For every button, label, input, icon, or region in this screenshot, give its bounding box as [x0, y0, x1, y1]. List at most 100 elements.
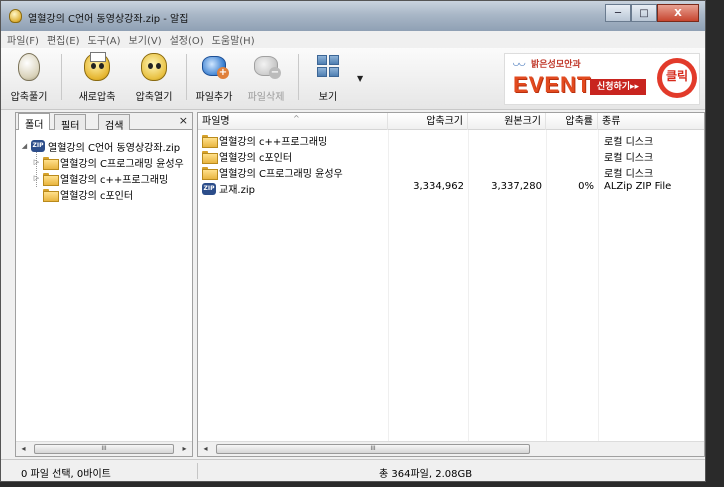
- new-archive-label: 새로압축: [78, 92, 116, 103]
- open-archive-label: 압축열기: [135, 92, 173, 103]
- file-name-cell: 열혈강의 c포인터: [202, 149, 292, 164]
- menu-settings[interactable]: 설정(O): [170, 32, 204, 47]
- zip-archive-icon: ZIP: [31, 140, 45, 152]
- window-title: 열혈강의 C언어 동영상강좌.zip - 알집: [28, 14, 189, 25]
- delete-file-button[interactable]: − 파일삭제: [243, 50, 289, 106]
- folder-icon: [202, 167, 218, 180]
- sort-caret-icon: ^: [293, 114, 300, 123]
- column-name-label: 파일명: [202, 116, 230, 127]
- alzip-window: 열혈강의 C언어 동영상강좌.zip - 알집 ─ □ X 파일(F) 편집(E…: [0, 0, 706, 482]
- folder-panel: 폴더 필터 검색 × ◢ ZIP 열혈강의 C언어 동영상강좌.zip ▷ 열혈…: [15, 112, 193, 457]
- file-name: 열혈강의 c++프로그래밍: [219, 137, 328, 148]
- delete-file-label: 파일삭제: [247, 92, 285, 103]
- folder-icon: [202, 135, 218, 148]
- folder-icon: [43, 188, 59, 202]
- banner-cta-button[interactable]: 신청하기▸▸: [590, 79, 646, 95]
- tree-item-label: 열혈강의 c포인터: [60, 190, 134, 202]
- tree-horizontal-scrollbar[interactable]: ◂ III ▸: [16, 441, 192, 456]
- scroll-thumb[interactable]: III: [34, 444, 174, 454]
- collapse-arrow-icon[interactable]: ◢: [20, 142, 29, 150]
- table-row[interactable]: 열혈강의 c포인터 로컬 디스크: [198, 148, 704, 164]
- status-bar: 0 파일 선택, 0바이트 총 364파일, 2.08GB: [1, 459, 705, 481]
- menu-view[interactable]: 보기(V): [129, 32, 162, 47]
- scroll-left-arrow-icon[interactable]: ◂: [198, 442, 213, 456]
- extract-button[interactable]: 압축풀기: [3, 50, 55, 106]
- delete-file-icon: −: [249, 50, 283, 84]
- open-archive-icon: [137, 50, 171, 84]
- file-name-cell: 열혈강의 c++프로그래밍: [202, 133, 327, 148]
- menu-tools[interactable]: 도구(A): [88, 32, 121, 47]
- tree-item-folder[interactable]: 열혈강의 c포인터: [32, 187, 134, 202]
- banner-event-text: EVENT: [513, 72, 592, 97]
- file-list-header: 파일명 ^ 압축크기 원본크기 압축률 종류: [198, 113, 704, 130]
- expand-arrow-icon[interactable]: ▷: [32, 158, 41, 166]
- list-horizontal-scrollbar[interactable]: ◂ III: [198, 441, 704, 456]
- toolbar-divider: [61, 54, 62, 100]
- menu-bar: 파일(F) 편집(E) 도구(A) 보기(V) 설정(O) 도움말(H): [1, 31, 705, 48]
- eye-clinic-logo-icon: ◡◡: [513, 58, 526, 67]
- toolbar-divider: [298, 54, 299, 100]
- column-header-name[interactable]: 파일명 ^: [198, 113, 388, 130]
- file-name-cell: ZIP 교재.zip: [202, 181, 255, 196]
- file-list-panel: 파일명 ^ 압축크기 원본크기 압축률 종류 열혈강의 c++프로그래밍 로컬 디…: [197, 112, 705, 457]
- selection-status: 0 파일 선택, 0바이트: [21, 469, 111, 480]
- menu-edit[interactable]: 편집(E): [47, 32, 80, 47]
- maximize-button[interactable]: □: [631, 4, 657, 22]
- column-header-type[interactable]: 종류: [598, 113, 704, 130]
- tree-item-root-zip[interactable]: ◢ ZIP 열혈강의 C언어 동영상강좌.zip: [20, 139, 180, 154]
- new-archive-icon: [80, 50, 114, 84]
- title-bar[interactable]: 열혈강의 C언어 동영상강좌.zip - 알집 ─ □ X: [1, 1, 705, 31]
- alzip-egg-icon: [9, 9, 22, 23]
- view-grid-icon: [311, 50, 345, 84]
- view-label: 보기: [318, 92, 338, 103]
- add-file-button[interactable]: + 파일추가: [191, 50, 237, 106]
- table-row[interactable]: 열혈강의 C프로그래밍 윤성우 로컬 디스크: [198, 164, 704, 180]
- file-type-cell: 로컬 디스크: [604, 153, 654, 164]
- folder-icon: [43, 156, 59, 170]
- folder-icon: [202, 151, 218, 164]
- file-name: 교재.zip: [219, 185, 255, 196]
- ratio-cell: 0%: [578, 181, 594, 192]
- scroll-right-arrow-icon[interactable]: ▸: [177, 442, 192, 456]
- column-header-original[interactable]: 원본크기: [468, 113, 546, 130]
- scroll-left-arrow-icon[interactable]: ◂: [16, 442, 31, 456]
- egg-icon: [12, 50, 46, 84]
- new-archive-button[interactable]: 새로압축: [69, 50, 125, 106]
- file-type-cell: 로컬 디스크: [604, 137, 654, 148]
- table-row[interactable]: ZIP 교재.zip 3,334,962 3,337,280 0% ALZip Z…: [198, 180, 704, 196]
- close-button[interactable]: X: [657, 4, 699, 22]
- tree-item-folder[interactable]: ▷ 열혈강의 C프로그래밍 윤성우: [32, 155, 184, 170]
- badge-text: 클릭: [665, 69, 689, 83]
- column-header-packed[interactable]: 압축크기: [388, 113, 468, 130]
- tab-folder[interactable]: 폴더: [18, 113, 51, 131]
- ad-banner[interactable]: ◡◡ 밝은성모안과 EVENT 신청하기▸▸ 클릭: [504, 53, 700, 105]
- menu-file[interactable]: 파일(F): [7, 32, 39, 47]
- table-row[interactable]: 열혈강의 c++프로그래밍 로컬 디스크: [198, 132, 704, 148]
- tree-item-label: 열혈강의 c++프로그래밍: [60, 174, 169, 186]
- scroll-thumb[interactable]: III: [216, 444, 530, 454]
- original-size-cell: 3,337,280: [491, 181, 542, 192]
- zip-file-icon: ZIP: [202, 182, 216, 195]
- extract-label: 압축풀기: [10, 92, 48, 103]
- open-archive-button[interactable]: 압축열기: [126, 50, 182, 106]
- tab-filter[interactable]: 필터: [54, 114, 87, 132]
- tab-search[interactable]: 검색: [98, 114, 131, 132]
- file-type-cell: ALZip ZIP File: [604, 181, 672, 192]
- file-name: 열혈강의 C프로그래밍 윤성우: [219, 169, 343, 180]
- status-divider: [197, 463, 198, 479]
- menu-help[interactable]: 도움말(H): [212, 32, 255, 47]
- view-button[interactable]: 보기: [306, 50, 350, 106]
- panel-close-icon[interactable]: ×: [179, 114, 188, 127]
- minimize-button[interactable]: ─: [605, 4, 631, 22]
- add-file-label: 파일추가: [195, 92, 233, 103]
- file-name-cell: 열혈강의 C프로그래밍 윤성우: [202, 165, 343, 180]
- banner-click-badge[interactable]: 클릭: [657, 58, 697, 98]
- column-header-ratio[interactable]: 압축률: [546, 113, 598, 130]
- packed-size-cell: 3,334,962: [413, 181, 464, 192]
- tree-item-folder[interactable]: ▷ 열혈강의 c++프로그래밍: [32, 171, 169, 186]
- banner-brand: 밝은성모안과: [531, 60, 581, 70]
- expand-arrow-icon[interactable]: ▷: [32, 174, 41, 182]
- view-dropdown-arrow-icon[interactable]: ▼: [357, 74, 363, 83]
- folder-icon: [43, 172, 59, 186]
- file-name: 열혈강의 c포인터: [219, 153, 293, 164]
